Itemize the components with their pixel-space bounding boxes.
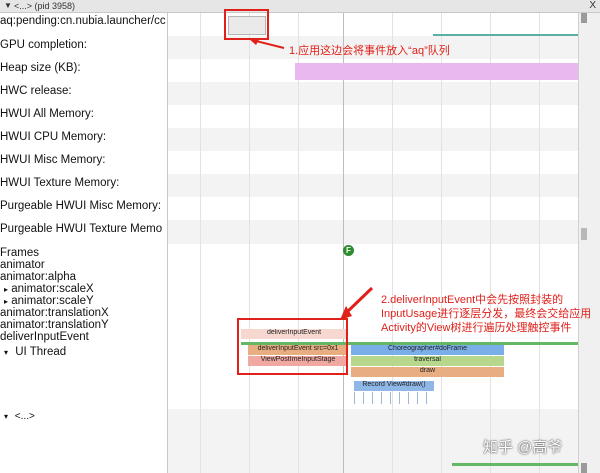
- track-label-hwc-release[interactable]: HWC release:: [0, 85, 167, 97]
- grid-line: [392, 13, 393, 473]
- bottom-state-bar: [452, 463, 578, 466]
- track-row: [168, 220, 578, 244]
- heap-size-counter[interactable]: [295, 63, 578, 80]
- track-label-scale-y[interactable]: ▸ animator:scaleY: [0, 295, 167, 307]
- track-row: [168, 82, 578, 105]
- scrollbar-handle[interactable]: [581, 228, 587, 240]
- track-label-scale-x[interactable]: ▸ animator:scaleX: [0, 283, 167, 295]
- process-title: <...> (pid 3958): [14, 1, 76, 11]
- timeline-panel[interactable]: F deliverInputEvent deliverInputEvent sr…: [168, 13, 578, 473]
- scale-x-text: animator:scaleX: [11, 283, 94, 295]
- track-label-collapsed[interactable]: ▾ <...>: [0, 411, 167, 422]
- window-title-bar: ▼ <...> (pid 3958) X: [0, 0, 600, 13]
- grid-line: [200, 13, 201, 473]
- track-label-frames[interactable]: Frames: [0, 247, 167, 259]
- collapsed-group-text: <...>: [14, 411, 35, 422]
- track-label-deliver-input[interactable]: deliverInputEvent: [0, 331, 167, 343]
- vertical-scrollbar[interactable]: [578, 13, 600, 473]
- grid-line: [441, 13, 442, 473]
- track-label-hwui-misc-memory[interactable]: HWUI Misc Memory:: [0, 154, 167, 166]
- frame-marker[interactable]: F: [343, 245, 354, 256]
- slice-choreographer[interactable]: Choreographer#doFrame: [351, 345, 504, 355]
- annotation-note-2-line-3: Activity的View树进行遍历处理触控事件: [381, 322, 572, 334]
- expand-arrow-icon[interactable]: ▸: [4, 297, 8, 306]
- annotation-note-1: 1.应用这边会将事件放入“aq”队列: [289, 45, 450, 57]
- annotation-box-aq: [224, 9, 269, 40]
- track-label-hwui-cpu-memory[interactable]: HWUI CPU Memory:: [0, 131, 167, 143]
- grid-line: [343, 13, 344, 473]
- scrollbar-thumb-bottom[interactable]: [581, 463, 587, 473]
- track-label-gpu-completion[interactable]: GPU completion:: [0, 39, 167, 51]
- track-row: [168, 105, 578, 128]
- grid-line: [249, 13, 250, 473]
- collapse-arrow-icon[interactable]: ▼: [4, 0, 12, 12]
- collapse-arrow-icon[interactable]: ▾: [4, 348, 8, 357]
- expand-arrow-icon[interactable]: ▸: [4, 285, 8, 294]
- scrollbar-thumb[interactable]: [581, 13, 587, 23]
- slice-draw[interactable]: draw: [351, 367, 504, 377]
- scale-y-text: animator:scaleY: [11, 295, 94, 307]
- track-row: [168, 128, 578, 151]
- track-label-translation-x[interactable]: animator:translationX: [0, 307, 167, 319]
- track-row: [168, 197, 578, 220]
- grid-line: [490, 13, 491, 473]
- track-label-purgeable-misc[interactable]: Purgeable HWUI Misc Memory:: [0, 200, 167, 212]
- grid-line: [539, 13, 540, 473]
- track-label-animator-alpha[interactable]: animator:alpha: [0, 271, 167, 283]
- track-label-panel: aq:pending:cn.nubia.launcher/cc GPU comp…: [0, 13, 168, 473]
- track-label-ui-thread[interactable]: ▾ UI Thread: [0, 346, 167, 358]
- track-label-animator[interactable]: animator: [0, 259, 167, 271]
- track-label-hwui-texture-memory[interactable]: HWUI Texture Memory:: [0, 177, 167, 189]
- annotation-note-2-line-2: InputUsage进行逐层分发，最终会交给应用: [381, 308, 592, 320]
- close-icon[interactable]: X: [589, 0, 596, 12]
- slice-traversal[interactable]: traversal: [351, 356, 504, 366]
- track-label-heap-size[interactable]: Heap size (KB):: [0, 62, 167, 74]
- track-row: [168, 174, 578, 197]
- track-label-purgeable-texture[interactable]: Purgeable HWUI Texture Memo: [0, 223, 167, 235]
- annotation-box-input: [237, 318, 348, 375]
- track-label-hwui-all-memory[interactable]: HWUI All Memory:: [0, 108, 167, 120]
- grid-line: [298, 13, 299, 473]
- gpu-completion-line: [433, 34, 578, 36]
- collapse-arrow-icon[interactable]: ▾: [4, 412, 8, 421]
- track-label-aq-pending[interactable]: aq:pending:cn.nubia.launcher/cc: [0, 15, 167, 27]
- ui-thread-text: UI Thread: [15, 346, 67, 358]
- annotation-note-2-line-1: 2.deliverInputEvent中会先按照封装的: [381, 294, 564, 306]
- track-row: [168, 151, 578, 174]
- watermark: 知乎 @高爷: [483, 439, 563, 456]
- sub-slice-ticks: [354, 392, 434, 404]
- slice-record-view[interactable]: Record View#draw(): [354, 381, 434, 391]
- track-label-translation-y[interactable]: animator:translationY: [0, 319, 167, 331]
